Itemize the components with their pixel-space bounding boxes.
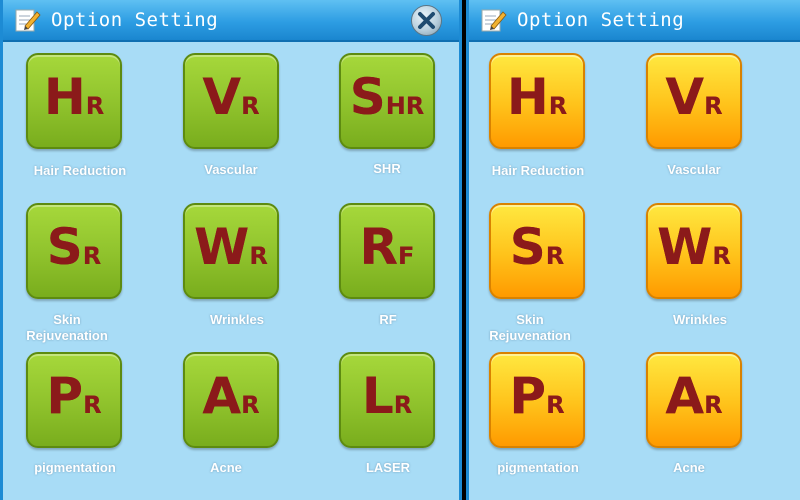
skin-rejuvenation-label: Skin Rejuvenation bbox=[489, 312, 571, 343]
rf-button[interactable]: RF bbox=[339, 203, 435, 299]
vascular-button[interactable]: VR bbox=[646, 53, 742, 149]
tile-glyph: RF bbox=[359, 218, 415, 276]
title-bar: Option Setting bbox=[469, 0, 800, 42]
tile-glyph: VR bbox=[665, 68, 723, 126]
laser-label: LASER bbox=[365, 460, 411, 475]
tile-glyph: WR bbox=[657, 218, 731, 276]
tile-glyph: SHR bbox=[349, 68, 425, 126]
skin-rejuvenation-label: Skin Rejuvenation bbox=[26, 312, 108, 343]
acne-button[interactable]: AR bbox=[183, 352, 279, 448]
wrinkles-label: Wrinkles bbox=[673, 312, 727, 327]
tile-glyph: AR bbox=[202, 367, 260, 425]
close-button[interactable] bbox=[411, 5, 442, 36]
pigmentation-label: pigmentation bbox=[497, 460, 579, 475]
wrinkles-label: Wrinkles bbox=[210, 312, 264, 327]
window-title: Option Setting bbox=[517, 9, 685, 31]
tile-glyph: SR bbox=[46, 218, 102, 276]
tile-glyph: VR bbox=[202, 68, 260, 126]
tile-glyph: AR bbox=[665, 367, 723, 425]
close-icon bbox=[418, 12, 435, 29]
vascular-button[interactable]: VR bbox=[183, 53, 279, 149]
hair-reduction-button[interactable]: HR bbox=[489, 53, 585, 149]
tile-glyph: PR bbox=[509, 367, 565, 425]
shr-label: SHR bbox=[373, 161, 401, 176]
pencil-notepad-icon bbox=[481, 9, 507, 32]
shr-button[interactable]: SHR bbox=[339, 53, 435, 149]
pigmentation-button[interactable]: PR bbox=[489, 352, 585, 448]
wrinkles-button[interactable]: WR bbox=[646, 203, 742, 299]
hair-reduction-label: Hair Reduction bbox=[33, 163, 127, 178]
vascular-label: Vascular bbox=[667, 162, 721, 177]
rf-label: RF bbox=[379, 312, 397, 327]
tile-glyph: LR bbox=[361, 367, 413, 425]
skin-rejuvenation-button[interactable]: SR bbox=[26, 203, 122, 299]
tile-glyph: HR bbox=[43, 68, 105, 126]
skin-rejuvenation-button[interactable]: SR bbox=[489, 203, 585, 299]
pigmentation-label: pigmentation bbox=[34, 460, 116, 475]
hair-reduction-label: Hair Reduction bbox=[491, 163, 585, 178]
wrinkles-button[interactable]: WR bbox=[183, 203, 279, 299]
acne-label: Acne bbox=[673, 460, 705, 475]
laser-button[interactable]: LR bbox=[339, 352, 435, 448]
hair-reduction-button[interactable]: HR bbox=[26, 53, 122, 149]
acne-label: Acne bbox=[210, 460, 242, 475]
title-bar: Option Setting bbox=[3, 0, 459, 42]
vascular-label: Vascular bbox=[204, 162, 258, 177]
window-title: Option Setting bbox=[51, 9, 219, 31]
option-setting-panel-left: Option Setting HR Hair Reduction VR Vasc… bbox=[0, 0, 462, 500]
tile-glyph: HR bbox=[506, 68, 568, 126]
tile-glyph: PR bbox=[46, 367, 102, 425]
acne-button[interactable]: AR bbox=[646, 352, 742, 448]
option-setting-panel-right: Option Setting HR Hair Reduction VR Vasc… bbox=[466, 0, 800, 500]
pencil-notepad-icon bbox=[15, 9, 41, 32]
pigmentation-button[interactable]: PR bbox=[26, 352, 122, 448]
tile-glyph: SR bbox=[509, 218, 565, 276]
tile-glyph: WR bbox=[194, 218, 268, 276]
